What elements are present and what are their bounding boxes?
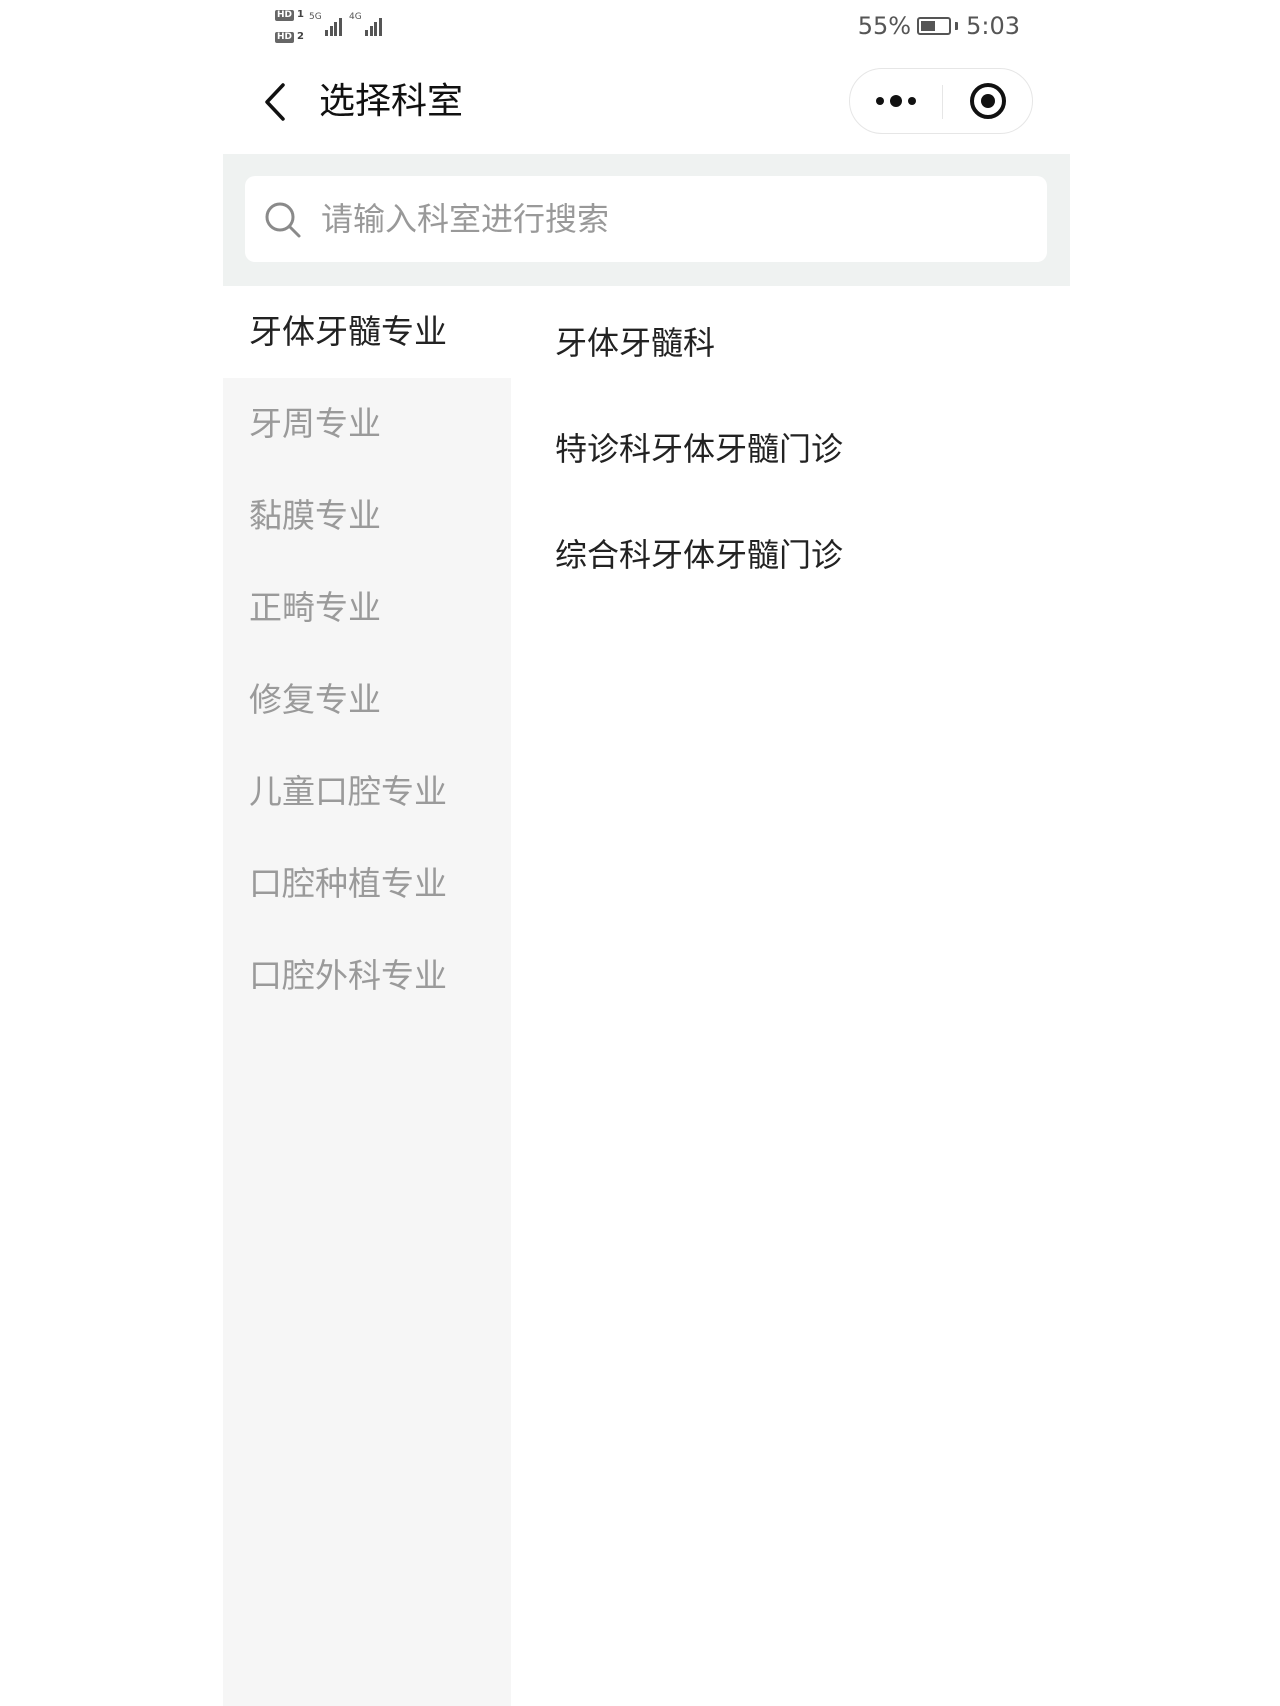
battery-tip [955, 22, 959, 30]
status-bar: HD 1 HD 2 5G 4G 55% 5:03 [223, 0, 1070, 54]
department-panel: 牙体牙髓科 特诊科牙体牙髓门诊 综合科牙体牙髓门诊 [511, 286, 1070, 1706]
sim1-indicator: HD 1 [275, 6, 304, 24]
sim-number: 2 [297, 31, 304, 42]
search-icon [265, 202, 301, 238]
clock: 5:03 [966, 12, 1020, 40]
search-box[interactable] [245, 176, 1047, 262]
sim2-indicator: HD 2 [275, 28, 304, 46]
network-type: 5G [309, 12, 322, 22]
search-area [223, 154, 1070, 286]
network-type: 4G [349, 12, 362, 22]
app-screen: HD 1 HD 2 5G 4G 55% 5:03 选择科室 请输入科室进行搜索 … [223, 0, 1070, 1706]
mini-program-capsule [849, 68, 1033, 134]
back-button[interactable] [253, 80, 297, 124]
status-right: 55% 5:03 [858, 12, 1020, 40]
sidebar-item-endodontics[interactable]: 牙体牙髓专业 [223, 286, 511, 378]
navigation-bar: 选择科室 [223, 54, 1070, 154]
sidebar-item-periodontics[interactable]: 牙周专业 [223, 378, 511, 470]
sidebar-item-pediatric[interactable]: 儿童口腔专业 [223, 746, 511, 838]
sidebar-item-prosthodontics[interactable]: 修复专业 [223, 654, 511, 746]
sidebar-item-orthodontics[interactable]: 正畸专业 [223, 562, 511, 654]
battery-percent: 55% [857, 12, 912, 40]
sidebar-item-oral-mucosa[interactable]: 黏膜专业 [223, 470, 511, 562]
target-close-icon [970, 83, 1006, 119]
department-item[interactable]: 特诊科牙体牙髓门诊 [511, 396, 1070, 502]
more-dots-icon [876, 95, 916, 107]
page-title: 选择科室 [319, 81, 464, 122]
battery-level [921, 21, 936, 31]
sidebar-item-oral-surgery[interactable]: 口腔外科专业 [223, 930, 511, 1022]
hd-badge: HD [275, 31, 295, 43]
search-input[interactable] [321, 176, 1021, 262]
sim-indicators: HD 1 HD 2 [275, 6, 304, 50]
sidebar-item-implantology[interactable]: 口腔种植专业 [223, 838, 511, 930]
chevron-left-icon [265, 83, 285, 121]
department-item[interactable]: 综合科牙体牙髓门诊 [511, 502, 1070, 608]
more-button[interactable] [850, 69, 942, 133]
category-sidebar: 牙体牙髓专业 牙周专业 黏膜专业 正畸专业 修复专业 儿童口腔专业 口腔种植专业… [223, 286, 511, 1706]
department-item[interactable]: 牙体牙髓科 [511, 290, 1070, 396]
battery-icon [917, 17, 952, 35]
hd-badge: HD [275, 9, 295, 21]
signal-strength-icon: 5G [309, 12, 342, 36]
close-button[interactable] [943, 69, 1033, 133]
sim-number: 1 [297, 9, 304, 20]
department-list: 牙体牙髓科 特诊科牙体牙髓门诊 综合科牙体牙髓门诊 [511, 286, 1070, 608]
signal-strength-icon: 4G [349, 12, 382, 36]
